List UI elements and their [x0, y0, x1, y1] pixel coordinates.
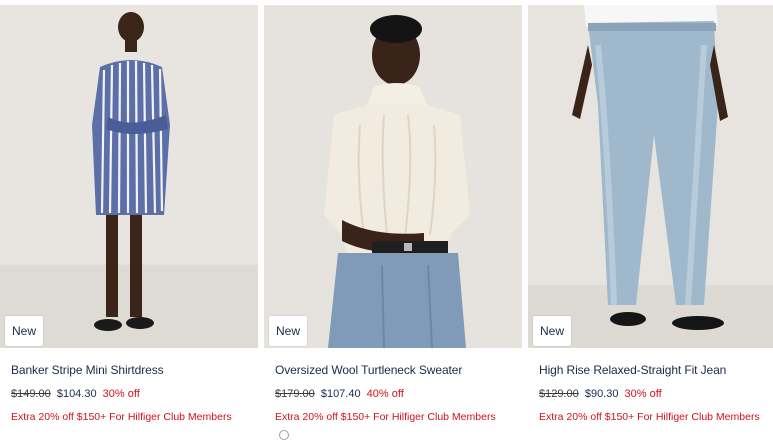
sale-price: $90.30	[584, 388, 619, 400]
original-price: $179.00	[275, 388, 315, 400]
model-photo	[0, 5, 258, 348]
discount-label: 30% off	[624, 388, 662, 400]
product-card[interactable]: New High Rise Relaxed-Straight Fit Jean …	[528, 0, 773, 434]
promo-text: Extra 20% off $150+ For Hilfiger Club Me…	[11, 411, 232, 423]
new-badge: New	[5, 316, 44, 346]
price-row: $179.00 $107.40 40% off	[275, 388, 404, 400]
price-row: $149.00 $104.30 30% off	[11, 388, 140, 400]
product-image[interactable]: New	[264, 5, 522, 348]
product-name[interactable]: High Rise Relaxed-Straight Fit Jean	[539, 363, 726, 377]
discount-label: 30% off	[102, 388, 140, 400]
new-badge: New	[269, 316, 308, 346]
sale-price: $104.30	[56, 388, 97, 400]
product-name[interactable]: Oversized Wool Turtleneck Sweater	[275, 363, 462, 377]
product-image[interactable]: New	[0, 5, 258, 348]
product-grid: New Banker Stripe Mini Shirtdress $149.0…	[0, 0, 773, 440]
product-image[interactable]: New	[528, 5, 773, 348]
model-photo	[528, 5, 773, 348]
product-card[interactable]: New Banker Stripe Mini Shirtdress $149.0…	[0, 0, 258, 434]
sale-price: $107.40	[320, 388, 361, 400]
promo-text: Extra 20% off $150+ For Hilfiger Club Me…	[539, 411, 760, 423]
original-price: $129.00	[539, 388, 579, 400]
product-name[interactable]: Banker Stripe Mini Shirtdress	[11, 363, 164, 377]
price-row: $129.00 $90.30 30% off	[539, 388, 662, 400]
promo-text: Extra 20% off $150+ For Hilfiger Club Me…	[275, 411, 496, 423]
model-photo	[264, 5, 522, 348]
original-price: $149.00	[11, 388, 51, 400]
discount-label: 40% off	[366, 388, 404, 400]
product-card[interactable]: New Oversized Wool Turtleneck Sweater $1…	[264, 0, 522, 440]
color-swatch[interactable]	[279, 430, 289, 440]
new-badge: New	[533, 316, 572, 346]
